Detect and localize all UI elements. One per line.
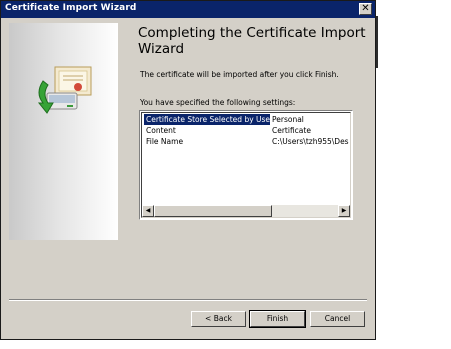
close-icon: ✕ — [361, 3, 370, 14]
window-title: Certificate Import Wizard — [5, 3, 137, 13]
arrow-right-icon: ▶ — [341, 207, 347, 214]
setting-name: Certificate Store Selected by User — [144, 114, 270, 125]
close-button[interactable]: ✕ — [359, 3, 372, 15]
setting-value: Personal — [272, 115, 304, 124]
settings-label: You have specified the following setting… — [140, 98, 296, 107]
scroll-right-button[interactable]: ▶ — [338, 205, 350, 217]
description-text: The certificate will be imported after y… — [140, 70, 339, 79]
title-bar[interactable]: Certificate Import Wizard ✕ — [1, 1, 375, 18]
wizard-side-panel — [9, 23, 118, 240]
wizard-window: Certificate Import Wizard ✕ Completing t… — [0, 0, 376, 340]
finish-button[interactable]: Finish — [249, 310, 306, 328]
back-button[interactable]: < Back — [191, 311, 246, 327]
arrow-left-icon: ◀ — [145, 207, 151, 214]
setting-name: Content — [146, 126, 176, 135]
page-heading: Completing the Certificate Import Wizard — [138, 25, 366, 57]
setting-value: C:\Users\tzh955\Des — [272, 137, 349, 146]
certificate-import-icon — [37, 66, 92, 114]
horizontal-scrollbar[interactable]: ◀ ▶ — [142, 205, 350, 217]
button-divider — [9, 299, 367, 301]
settings-list-viewport: Certificate Store Selected by User Perso… — [141, 112, 351, 218]
cancel-button[interactable]: Cancel — [310, 311, 365, 327]
scroll-left-button[interactable]: ◀ — [142, 205, 154, 217]
setting-value: Certificate — [272, 126, 311, 135]
wizard-client-area: Completing the Certificate Import Wizard… — [1, 18, 375, 339]
scroll-thumb[interactable] — [154, 205, 272, 217]
setting-name: File Name — [146, 137, 184, 146]
settings-list[interactable]: Certificate Store Selected by User Perso… — [139, 110, 353, 220]
background-window-edge — [376, 16, 378, 68]
